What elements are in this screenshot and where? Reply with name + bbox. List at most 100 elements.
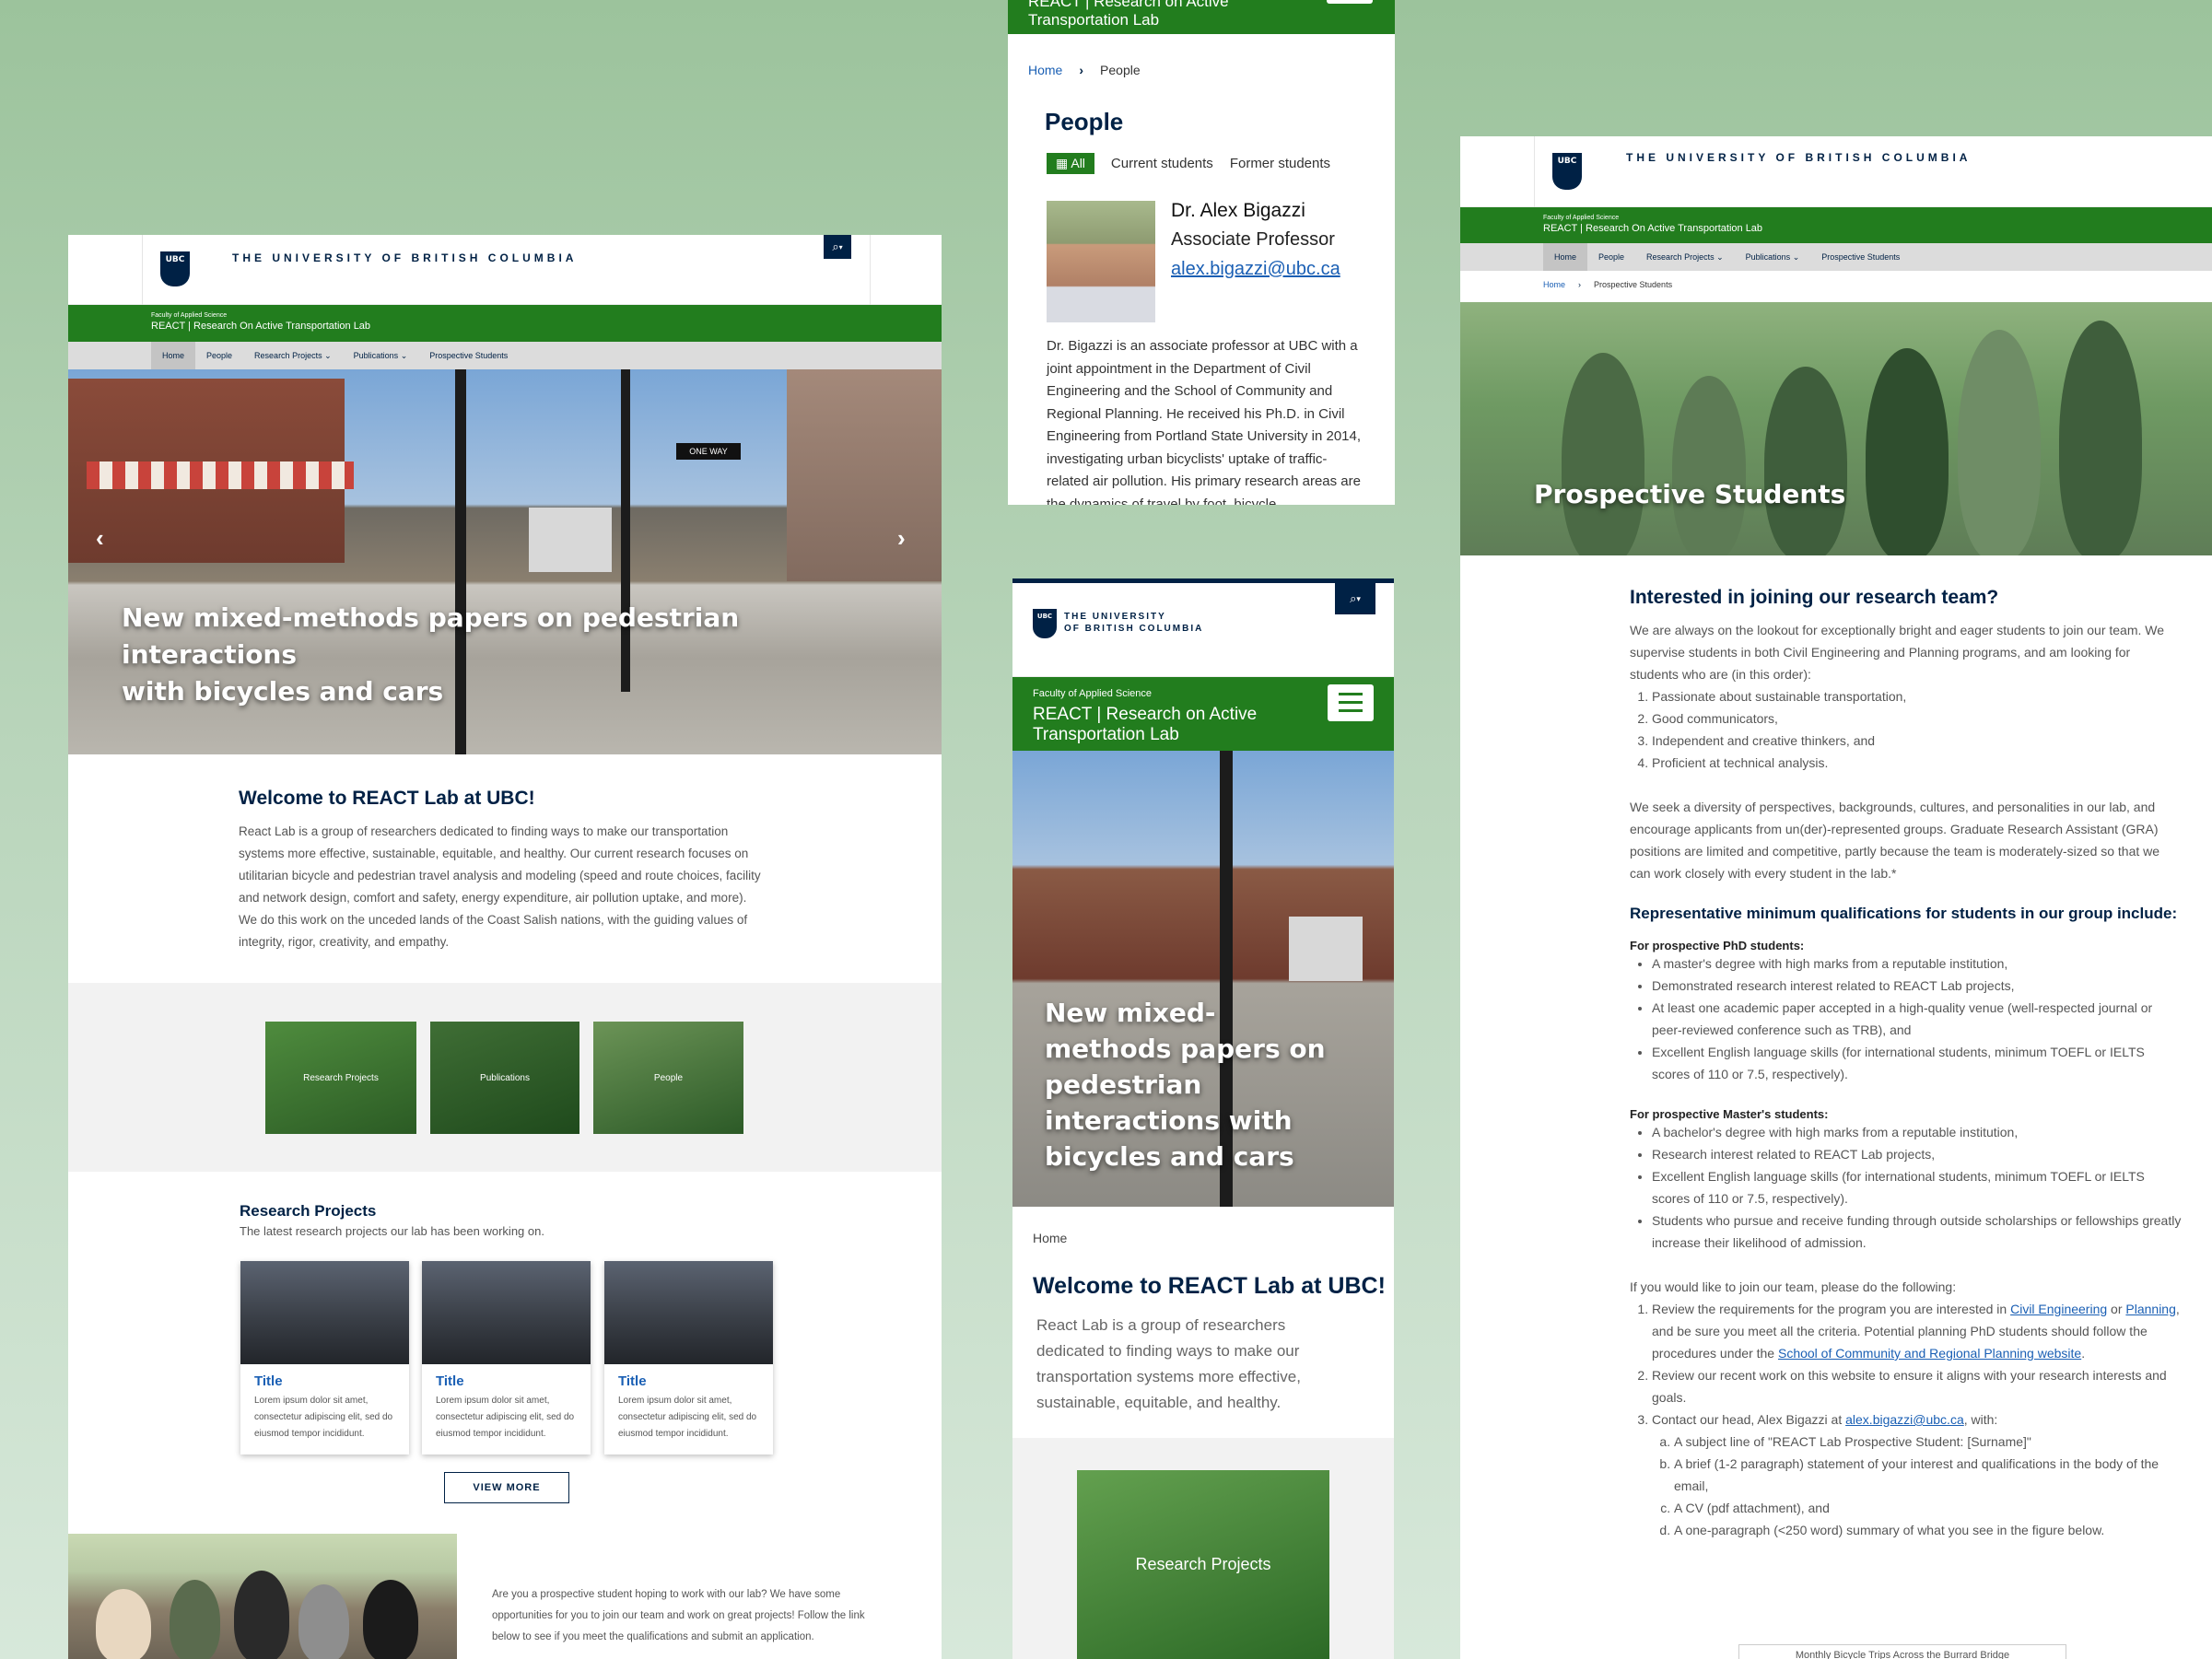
prospective-panel: UBC THE UNIVERSITY OF BRITISH COLUMBIA F… bbox=[1460, 136, 2212, 1659]
scarp-website-link[interactable]: School of Community and Regional Plannin… bbox=[1778, 1346, 2081, 1361]
filter-current-students[interactable]: Current students bbox=[1111, 156, 1213, 171]
card-title[interactable]: Title bbox=[604, 1364, 773, 1393]
person-name: Dr. Alex Bigazzi bbox=[1171, 200, 1305, 221]
ubc-crest-logo[interactable]: UBC bbox=[160, 251, 190, 286]
breadcrumb-home[interactable]: Home bbox=[1033, 1231, 1067, 1245]
email-link[interactable]: alex.bigazzi@ubc.ca bbox=[1845, 1412, 1964, 1427]
nav-people[interactable]: People bbox=[195, 342, 243, 369]
breadcrumb-current: People bbox=[1100, 63, 1141, 77]
project-card[interactable]: Title Lorem ipsum dolor sit amet, consec… bbox=[422, 1261, 591, 1455]
list-item: Independent and creative thinkers, and bbox=[1652, 730, 2183, 752]
search-icon: ⌕ bbox=[1350, 591, 1357, 605]
card-title[interactable]: Title bbox=[240, 1364, 409, 1393]
nav-publications[interactable]: Publications ⌄ bbox=[1735, 243, 1811, 271]
chevron-down-icon: ▾ bbox=[838, 242, 843, 251]
breadcrumb-home[interactable]: Home bbox=[1028, 63, 1062, 77]
faculty-label[interactable]: Faculty of Applied Science bbox=[1543, 215, 2212, 221]
figure-box: Monthly Bicycle Trips Across the Burrard… bbox=[1738, 1644, 2066, 1659]
awning bbox=[87, 461, 354, 489]
hero-title[interactable]: New mixed-methods papers on pedestrian i… bbox=[1045, 995, 1340, 1174]
card-image bbox=[422, 1261, 591, 1364]
person-figure bbox=[1562, 353, 1644, 555]
chevron-left-icon: ‹ bbox=[96, 524, 104, 552]
nav-research-projects[interactable]: Research Projects ⌄ bbox=[243, 342, 343, 369]
search-button[interactable]: ⌕ ▾ bbox=[824, 235, 851, 259]
person-figure bbox=[1866, 348, 1949, 555]
list-item: Demonstrated research interest related t… bbox=[1652, 975, 2183, 997]
tiles-section-mobile: Research Projects bbox=[1012, 1438, 1394, 1659]
truck bbox=[529, 508, 612, 572]
tile-research-projects[interactable]: Research Projects bbox=[1077, 1470, 1329, 1659]
card-text: Lorem ipsum dolor sit amet, consectetur … bbox=[618, 1396, 757, 1439]
nav-prospective-students[interactable]: Prospective Students bbox=[1810, 243, 1911, 271]
main-nav: Home People Research Projects ⌄ Publicat… bbox=[1460, 243, 2212, 271]
nav-home[interactable]: Home bbox=[151, 342, 196, 369]
list-item: Excellent English language skills (for i… bbox=[1652, 1165, 2183, 1209]
filter-former-students[interactable]: Former students bbox=[1230, 156, 1330, 171]
nav-home[interactable]: Home bbox=[1543, 243, 1588, 271]
tiles-section: Research Projects Publications People bbox=[68, 983, 942, 1172]
planning-link[interactable]: Planning bbox=[2125, 1302, 2176, 1316]
search-button[interactable]: ⌕ ▾ bbox=[1335, 583, 1375, 614]
lab-name-line2[interactable]: Transportation Lab bbox=[1028, 11, 1395, 29]
breadcrumb-home[interactable]: Home bbox=[1543, 280, 1565, 302]
nav-research-projects[interactable]: Research Projects ⌄ bbox=[1635, 243, 1735, 271]
ubc-header-mobile: UBC THE UNIVERSITY OF BRITISH COLUMBIA ⌕… bbox=[1012, 583, 1394, 677]
civil-engineering-link[interactable]: Civil Engineering bbox=[2010, 1302, 2107, 1316]
phd-heading: For prospective PhD students: bbox=[1630, 939, 1805, 952]
menu-button[interactable] bbox=[1328, 684, 1374, 721]
list-item: A brief (1-2 paragraph) statement of you… bbox=[1674, 1453, 2183, 1497]
tile-research-projects[interactable]: Research Projects bbox=[265, 1022, 416, 1134]
carousel-next-button[interactable]: › bbox=[897, 524, 906, 553]
card-title[interactable]: Title bbox=[422, 1364, 591, 1393]
chevron-down-icon: ⌄ bbox=[1792, 251, 1800, 262]
person-figure bbox=[363, 1580, 418, 1659]
home-mobile-panel: UBC THE UNIVERSITY OF BRITISH COLUMBIA ⌕… bbox=[1012, 578, 1394, 1659]
menu-button[interactable] bbox=[1327, 0, 1373, 4]
masters-list: A bachelor's degree with high marks from… bbox=[1652, 1121, 2183, 1254]
card-text: Lorem ipsum dolor sit amet, consectetur … bbox=[254, 1396, 393, 1439]
list-item: A subject line of "REACT Lab Prospective… bbox=[1674, 1431, 2183, 1453]
hamburger-menu-icon bbox=[1339, 693, 1363, 712]
person-photo bbox=[1047, 201, 1155, 322]
ubc-header: UBC THE UNIVERSITY OF BRITISH COLUMBIA ⌕… bbox=[68, 235, 942, 305]
nav-people[interactable]: People bbox=[1587, 243, 1635, 271]
phd-list: A master's degree with high marks from a… bbox=[1652, 952, 2183, 1085]
ubc-wordmark[interactable]: THE UNIVERSITY OF BRITISH COLUMBIA bbox=[232, 251, 577, 264]
lab-name-line2[interactable]: Transportation Lab bbox=[1033, 725, 1394, 745]
chevron-down-icon: ⌄ bbox=[400, 350, 408, 360]
lab-name[interactable]: REACT | Research On Active Transportatio… bbox=[1543, 223, 2212, 234]
ubc-crest-logo[interactable]: UBC bbox=[1552, 153, 1582, 190]
ubc-crest-logo[interactable]: UBC bbox=[1033, 609, 1057, 638]
hero-team-photo: Prospective Students bbox=[1460, 302, 2212, 555]
list-item: Passionate about sustainable transportat… bbox=[1652, 685, 2183, 707]
lab-banner: Faculty of Applied Science REACT | Resea… bbox=[68, 305, 942, 342]
faculty-label[interactable]: Faculty of Applied Science bbox=[151, 312, 942, 319]
join-heading: Interested in joining our research team? bbox=[1630, 587, 1999, 608]
project-card[interactable]: Title Lorem ipsum dolor sit amet, consec… bbox=[240, 1261, 409, 1455]
list-item: Proficient at technical analysis. bbox=[1652, 752, 2183, 774]
ubc-wordmark[interactable]: THE UNIVERSITY OF BRITISH COLUMBIA bbox=[1626, 151, 1971, 164]
person-figure bbox=[2059, 321, 2142, 555]
view-more-button[interactable]: VIEW MORE bbox=[444, 1472, 569, 1503]
person-email-link[interactable]: alex.bigazzi@ubc.ca bbox=[1171, 259, 1340, 280]
person-bio: Dr. Bigazzi is an associate professor at… bbox=[1047, 338, 1362, 505]
card-image bbox=[604, 1261, 773, 1364]
ubc-wordmark[interactable]: THE UNIVERSITY OF BRITISH COLUMBIA bbox=[1064, 611, 1203, 635]
filter-all[interactable]: ▦ All bbox=[1047, 153, 1094, 174]
person-figure bbox=[1672, 376, 1746, 555]
carousel-prev-button[interactable]: ‹ bbox=[96, 524, 104, 553]
list-item: At least one academic paper accepted in … bbox=[1652, 997, 2183, 1041]
main-nav: Home People Research Projects ⌄ Publicat… bbox=[68, 342, 942, 369]
ubc-header: UBC THE UNIVERSITY OF BRITISH COLUMBIA bbox=[1460, 136, 2212, 207]
nav-prospective-students[interactable]: Prospective Students bbox=[418, 342, 519, 369]
lab-name[interactable]: REACT | Research On Active Transportatio… bbox=[151, 321, 942, 332]
tile-publications[interactable]: Publications bbox=[430, 1022, 579, 1134]
tile-people[interactable]: People bbox=[593, 1022, 743, 1134]
project-card[interactable]: Title Lorem ipsum dolor sit amet, consec… bbox=[604, 1261, 773, 1455]
team-photo bbox=[68, 1534, 457, 1659]
list-item: Students who pursue and receive funding … bbox=[1652, 1209, 2183, 1254]
projects-title: Research Projects bbox=[240, 1202, 377, 1220]
nav-publications[interactable]: Publications ⌄ bbox=[343, 342, 419, 369]
hero-title[interactable]: New mixed-methods papers on pedestrian i… bbox=[122, 600, 859, 710]
